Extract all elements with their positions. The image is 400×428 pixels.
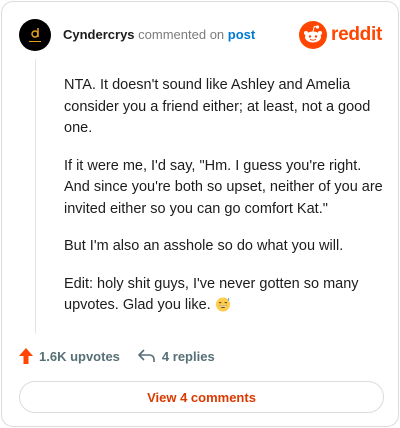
comment-paragraph-edit: Edit: holy shit guys, I've never gotten … [64,274,384,317]
comment-paragraph: NTA. It doesn't sound like Ashley and Am… [64,77,371,136]
comment-body: NTA. It doesn't sound like Ashley and Am… [64,75,384,333]
username[interactable]: Cyndercrys [63,27,135,42]
reply-count: 4 replies [161,348,215,364]
action-text: commented on [138,27,225,42]
brand-wordmark: reddit [331,24,382,45]
comment-paragraph: If it were me, I'd say, "Hm. I guess you… [64,157,383,217]
upvote-count: 1.6K upvotes [39,348,120,364]
avatar-logo-icon [29,28,41,42]
grinning-sweat-emoji-icon [215,297,230,312]
upvote-button[interactable]: 1.6K upvotes [19,348,120,364]
replies-button[interactable]: 4 replies [138,349,215,364]
comment-stats: 1.6K upvotes 4 replies [19,346,215,366]
comment-paragraph: But I'm also an asshole so do what you w… [64,238,344,254]
comment-header: Cyndercrys commented on post reddit [19,19,382,51]
reddit-logo[interactable]: reddit [299,21,382,49]
post-link[interactable]: post [228,27,255,42]
reddit-alien-icon [299,21,328,49]
comment-card: Cyndercrys commented on post reddit NTA.… [1,1,399,427]
comment-meta: Cyndercrys commented on post [63,27,255,43]
comment-paragraph-text: Edit: holy shit guys, I've never gotten … [64,275,359,314]
view-comments-button[interactable]: View 4 comments [19,381,384,413]
user-avatar[interactable] [19,19,51,51]
reply-arrow-icon [138,349,155,362]
thread-line[interactable] [35,59,36,334]
upvote-arrow-icon [19,348,33,364]
